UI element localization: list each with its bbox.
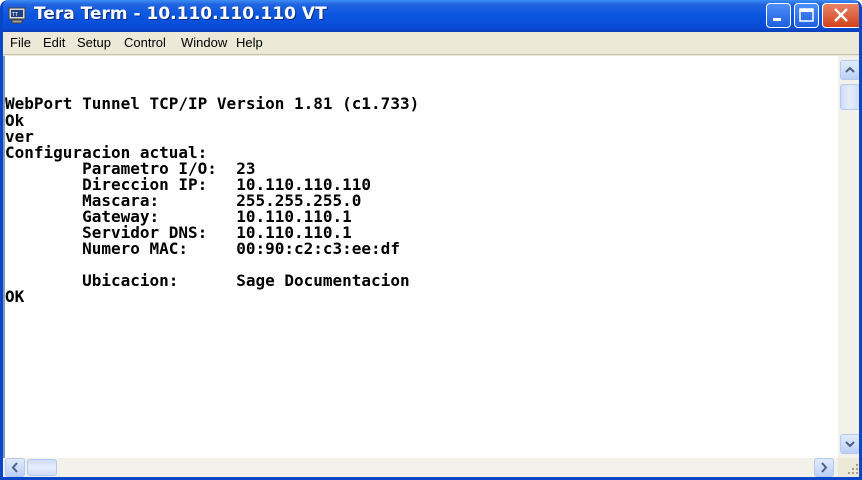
menu-control[interactable]: Control: [124, 35, 166, 50]
maximize-icon: [799, 8, 814, 22]
svg-text:TT: TT: [11, 12, 19, 18]
horizontal-scroll-thumb[interactable]: [27, 459, 57, 476]
terminal-line: OK: [5, 287, 25, 306]
scroll-right-button[interactable]: [814, 458, 834, 477]
scroll-up-button[interactable]: [840, 60, 859, 80]
terminal-line: Numero MAC: 00:90:c2:c3:ee:df: [5, 239, 400, 258]
menu-help[interactable]: Help: [236, 35, 263, 50]
arrow-left-icon: [11, 462, 18, 473]
resize-grip-icon: [848, 464, 858, 474]
maximize-button[interactable]: [794, 3, 819, 28]
window-title: Tera Term - 10.110.110.110 VT: [34, 4, 327, 24]
arrow-right-icon: [821, 462, 828, 473]
close-button[interactable]: [822, 3, 859, 28]
horizontal-scrollbar[interactable]: [3, 458, 838, 477]
teraterm-app-icon: TT: [8, 7, 26, 24]
terminal-window: TT Tera Term - 10.110.110.110 VT File Ed…: [0, 0, 862, 480]
title-bar[interactable]: TT Tera Term - 10.110.110.110 VT: [3, 0, 859, 32]
minimize-button[interactable]: [766, 3, 791, 28]
minimize-icon: [773, 18, 781, 21]
vertical-scrollbar[interactable]: [838, 56, 859, 458]
vertical-scroll-thumb[interactable]: [840, 84, 859, 110]
menu-edit[interactable]: Edit: [43, 35, 65, 50]
menu-window[interactable]: Window: [181, 35, 227, 50]
arrow-up-icon: [845, 66, 855, 73]
terminal-line: WebPort Tunnel TCP/IP Version 1.81 (c1.7…: [5, 94, 420, 113]
menu-bar: File Edit Setup Control Window Help: [3, 32, 859, 55]
resize-grip[interactable]: [838, 458, 859, 477]
scroll-down-button[interactable]: [840, 434, 859, 454]
terminal-line: Ubicacion: Sage Documentacion: [5, 271, 410, 290]
terminal-screen[interactable]: WebPort Tunnel TCP/IP Version 1.81 (c1.7…: [3, 56, 838, 458]
close-icon: [834, 8, 848, 22]
scroll-left-button[interactable]: [5, 458, 25, 477]
arrow-down-icon: [845, 441, 855, 448]
menu-file[interactable]: File: [10, 35, 31, 50]
menu-setup[interactable]: Setup: [77, 35, 111, 50]
